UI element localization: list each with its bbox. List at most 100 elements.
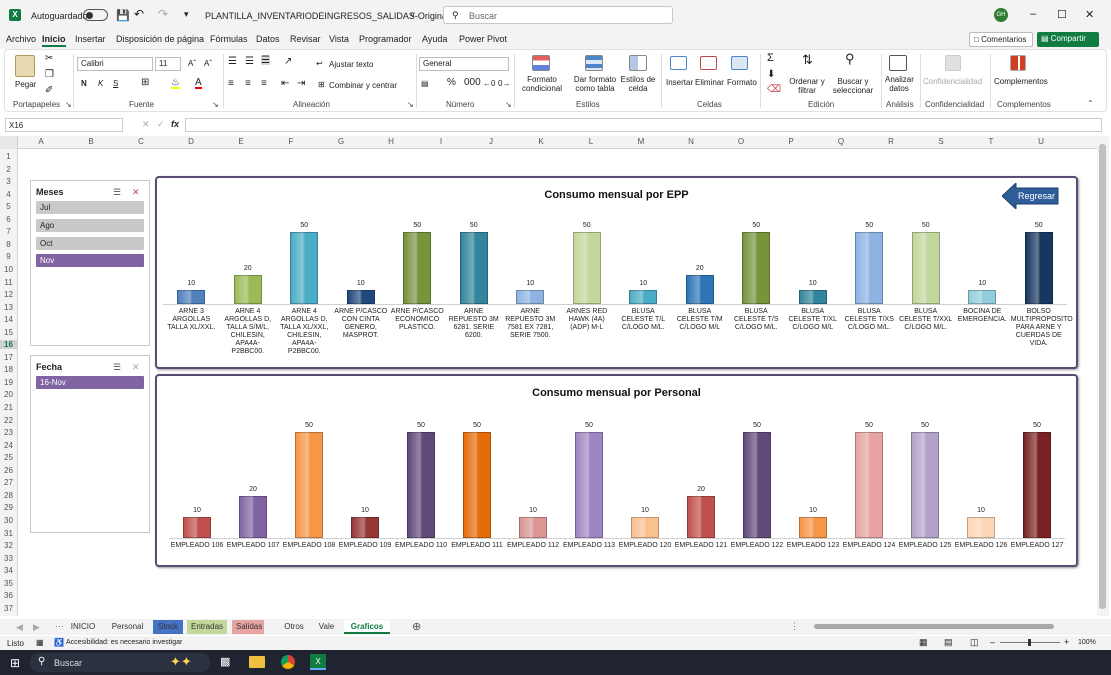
row-header[interactable]: 3: [0, 177, 17, 186]
underline-icon[interactable]: S: [113, 79, 118, 88]
chart-bar[interactable]: [742, 232, 771, 304]
column-header[interactable]: B: [85, 137, 97, 146]
slicer-item-ago[interactable]: Ago: [36, 219, 144, 232]
column-header[interactable]: T: [985, 137, 997, 146]
row-header[interactable]: 20: [0, 390, 17, 399]
row-header[interactable]: 34: [0, 566, 17, 575]
tab-programador[interactable]: Programador: [359, 34, 412, 44]
function-icon[interactable]: fx: [171, 119, 179, 129]
font-size-select[interactable]: 11: [155, 57, 181, 71]
chart-bar[interactable]: [516, 289, 545, 304]
orientation-icon[interactable]: ↗: [284, 57, 292, 67]
fill-icon[interactable]: ⬇: [767, 70, 775, 80]
multiselect-icon[interactable]: ☰: [113, 362, 121, 373]
column-header[interactable]: A: [35, 137, 47, 146]
zoom-in-icon[interactable]: +: [1064, 637, 1069, 647]
insert-cells-button[interactable]: Insertar: [666, 78, 693, 87]
wrap-text-icon[interactable]: ↩: [316, 59, 323, 68]
chart-bar[interactable]: [459, 232, 488, 304]
sheet-tab[interactable]: Vale: [314, 620, 339, 634]
chart-bar[interactable]: [295, 432, 323, 538]
font-color-icon[interactable]: A: [195, 78, 202, 89]
sheet-tab[interactable]: Entradas: [187, 620, 227, 634]
row-header[interactable]: 14: [0, 315, 17, 324]
chart-bar[interactable]: [687, 495, 715, 538]
find-select-button[interactable]: Buscar y seleccionar: [831, 77, 875, 95]
expand-icon[interactable]: ↘: [65, 100, 72, 109]
excel-taskbar-icon[interactable]: X: [310, 654, 326, 670]
percent-icon[interactable]: %: [447, 78, 456, 88]
chart-bar[interactable]: [743, 432, 771, 538]
column-header[interactable]: U: [1035, 137, 1047, 146]
merge-center-button[interactable]: Combinar y centrar: [329, 81, 397, 90]
normal-view-icon[interactable]: ▦: [919, 637, 928, 648]
chrome-icon[interactable]: [281, 655, 295, 669]
decrease-decimal-icon[interactable]: 0→: [498, 79, 510, 88]
row-header[interactable]: 25: [0, 453, 17, 462]
conditional-format-button[interactable]: Formato condicional: [517, 75, 567, 93]
clear-filter-icon[interactable]: ✕: [132, 187, 140, 198]
sheet-tab[interactable]: Otros: [279, 620, 309, 634]
row-header[interactable]: 15: [0, 328, 17, 337]
accessibility-icon[interactable]: ♿: [54, 638, 64, 647]
column-header[interactable]: K: [535, 137, 547, 146]
chart-bar[interactable]: [519, 516, 547, 538]
tab-disposicion[interactable]: Disposición de página: [116, 34, 204, 44]
column-header[interactable]: S: [935, 137, 947, 146]
row-header[interactable]: 16: [0, 340, 17, 350]
close-button[interactable]: ✕: [1085, 8, 1094, 21]
column-header[interactable]: O: [735, 137, 747, 146]
column-header[interactable]: F: [285, 137, 297, 146]
chart-bar[interactable]: [233, 275, 262, 304]
row-header[interactable]: 22: [0, 416, 17, 425]
italic-icon[interactable]: K: [98, 79, 103, 88]
increase-decimal-icon[interactable]: ←0: [483, 79, 495, 88]
sheet-tab[interactable]: Personal: [107, 620, 148, 634]
formula-input[interactable]: [185, 118, 1102, 132]
delete-cells-button[interactable]: Eliminar: [695, 78, 724, 87]
save-icon[interactable]: 💾: [116, 9, 130, 22]
expand-icon[interactable]: ↘: [212, 100, 219, 109]
row-header[interactable]: 12: [0, 290, 17, 299]
row-header[interactable]: 19: [0, 378, 17, 387]
ellipsis-icon[interactable]: ⋮: [790, 621, 799, 632]
row-header[interactable]: 32: [0, 541, 17, 550]
expand-icon[interactable]: ↘: [505, 100, 512, 109]
tab-formulas[interactable]: Fórmulas: [210, 34, 248, 44]
decrease-indent-icon[interactable]: ⇤: [281, 79, 289, 89]
slicer-item-16-nov[interactable]: 16-Nov: [36, 376, 144, 389]
chart-bar[interactable]: [290, 232, 319, 304]
accounting-icon[interactable]: ▤: [421, 79, 429, 88]
chart-bar[interactable]: [855, 232, 884, 304]
file-explorer-icon[interactable]: [249, 656, 265, 668]
prev-sheet-icon[interactable]: ◀: [16, 622, 23, 633]
table-format-button[interactable]: Dar formato como tabla: [571, 75, 619, 93]
row-header[interactable]: 30: [0, 516, 17, 525]
increase-indent-icon[interactable]: ⇥: [297, 79, 305, 89]
column-header[interactable]: R: [885, 137, 897, 146]
vertical-scrollbar[interactable]: [1097, 136, 1109, 616]
find-select-icon[interactable]: ⚲: [845, 52, 855, 65]
autosum-icon[interactable]: Σ: [767, 53, 774, 64]
sheet-tab[interactable]: INICIO: [64, 620, 102, 634]
row-header[interactable]: 36: [0, 591, 17, 600]
next-sheet-icon[interactable]: ▶: [33, 622, 40, 633]
accessibility-status[interactable]: Accesibilidad: es necesario investigar: [66, 639, 182, 646]
number-format-select[interactable]: General: [419, 57, 509, 71]
column-header[interactable]: E: [235, 137, 247, 146]
chart-consumo-personal[interactable]: Consumo mensual por Personal 10 EMPLEADO …: [155, 374, 1078, 567]
row-header[interactable]: 29: [0, 503, 17, 512]
row-header[interactable]: 35: [0, 579, 17, 588]
row-header[interactable]: 13: [0, 303, 17, 312]
chart-bar[interactable]: [346, 289, 375, 304]
windows-start-icon[interactable]: ⊞: [10, 656, 20, 670]
row-header[interactable]: 1: [0, 152, 17, 161]
add-sheet-icon[interactable]: ⊕: [412, 620, 421, 633]
copy-icon[interactable]: ❐: [45, 70, 54, 80]
tab-ayuda[interactable]: Ayuda: [422, 34, 447, 44]
row-header[interactable]: 6: [0, 215, 17, 224]
scroll-thumb[interactable]: [1099, 144, 1106, 609]
zoom-out-icon[interactable]: –: [990, 637, 995, 647]
cell-styles-icon[interactable]: [629, 55, 647, 71]
zoom-slider[interactable]: [1000, 639, 1060, 646]
